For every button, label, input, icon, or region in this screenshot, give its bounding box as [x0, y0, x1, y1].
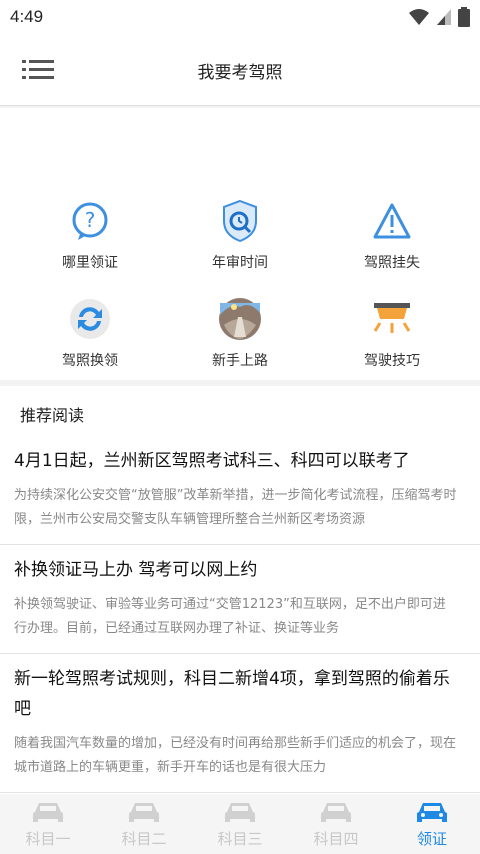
- article-summary: 随着我国汽车数量的增加，已经没有时间再给那些新手们适应的机会了，现在城市道路上的…: [14, 736, 457, 775]
- car-icon: [129, 803, 159, 822]
- grid-item-label: 年审时间: [212, 255, 268, 271]
- section-title: 推荐阅读: [20, 406, 85, 425]
- article-item[interactable]: 4月1日起，兰州新区驾照考试科三、科四可以联考了 为持续深化公安交管“放管服”改…: [0, 436, 480, 545]
- article-title: 4月1日起，兰州新区驾照考试科三、科四可以联考了: [14, 451, 410, 471]
- grid-item-license-renew[interactable]: 驾照换领: [30, 296, 150, 376]
- warning-triangle-icon: [369, 198, 415, 244]
- grid-item-where-license[interactable]: ? 哪里领证: [30, 198, 150, 278]
- tab-label: 领证: [416, 830, 447, 848]
- car-icon: [417, 803, 447, 822]
- app-header: 我要考驾照: [0, 34, 480, 106]
- road-photo-icon: [217, 296, 263, 342]
- status-time: 4:49: [10, 7, 44, 26]
- page-title: 我要考驾照: [197, 63, 283, 83]
- article-title: 补换领证马上办 驾考可以网上约: [14, 560, 258, 580]
- grid-item-annual-review[interactable]: 年审时间: [180, 198, 300, 278]
- car-icon: [225, 803, 255, 822]
- car-icon: [321, 803, 351, 822]
- grid-item-label: 驾照换领: [62, 353, 118, 369]
- wifi-icon: [409, 9, 429, 25]
- feature-grid: ? 哪里领证 年审时间 驾照挂失 驾照换领 新手上路 驾驶技巧: [0, 108, 480, 380]
- tab-subject-three[interactable]: 科目三: [192, 794, 288, 854]
- tab-subject-two[interactable]: 科目二: [96, 794, 192, 854]
- grid-item-driving-tips[interactable]: 驾驶技巧: [332, 296, 452, 376]
- tab-label: 科目一: [25, 830, 71, 848]
- tab-label: 科目四: [313, 830, 359, 848]
- recommended-reading: 推荐阅读 4月1日起，兰州新区驾照考试科三、科四可以联考了 为持续深化公安交管“…: [0, 386, 480, 794]
- article-summary: 补换领驾驶证、审验等业务可通过“交管12123”和互联网，足不出户即可进行办理。…: [14, 597, 446, 636]
- grid-item-label: 驾驶技巧: [364, 353, 420, 369]
- status-icons: [408, 7, 470, 27]
- car-icon: [33, 803, 63, 822]
- shield-clock-icon: [217, 198, 263, 244]
- battery-icon: [458, 7, 470, 27]
- question-bubble-icon: ?: [67, 198, 113, 244]
- article-item[interactable]: 新一轮驾照考试规则，科目二新增4项，拿到驾照的偷着乐吧 随着我国汽车数量的增加，…: [0, 654, 480, 793]
- bottom-tab-bar: 科目一 科目二 科目三 科目四 领证: [0, 794, 480, 854]
- refresh-icon: [67, 296, 113, 342]
- grid-item-label: 新手上路: [212, 353, 268, 369]
- car-light-icon: [369, 296, 415, 342]
- article-item[interactable]: 补换领证马上办 驾考可以网上约 补换领驾驶证、审验等业务可通过“交管12123”…: [0, 545, 480, 654]
- svg-text:?: ?: [85, 208, 96, 232]
- grid-item-label: 驾照挂失: [364, 255, 420, 271]
- grid-item-new-driver[interactable]: 新手上路: [180, 296, 300, 376]
- signal-icon: [437, 9, 451, 25]
- tab-subject-one[interactable]: 科目一: [0, 794, 96, 854]
- grid-item-license-loss[interactable]: 驾照挂失: [332, 198, 452, 278]
- tab-get-license[interactable]: 领证: [384, 794, 480, 854]
- grid-item-label: 哪里领证: [62, 255, 118, 271]
- article-title: 新一轮驾照考试规则，科目二新增4项，拿到驾照的偷着乐吧: [14, 669, 450, 719]
- status-bar: 4:49: [0, 0, 480, 34]
- article-summary: 为持续深化公安交管“放管服”改革新举措，进一步简化考试流程，压缩驾考时限，兰州市…: [14, 488, 457, 527]
- tab-label: 科目二: [121, 830, 167, 848]
- tab-label: 科目三: [217, 830, 263, 848]
- tab-subject-four[interactable]: 科目四: [288, 794, 384, 854]
